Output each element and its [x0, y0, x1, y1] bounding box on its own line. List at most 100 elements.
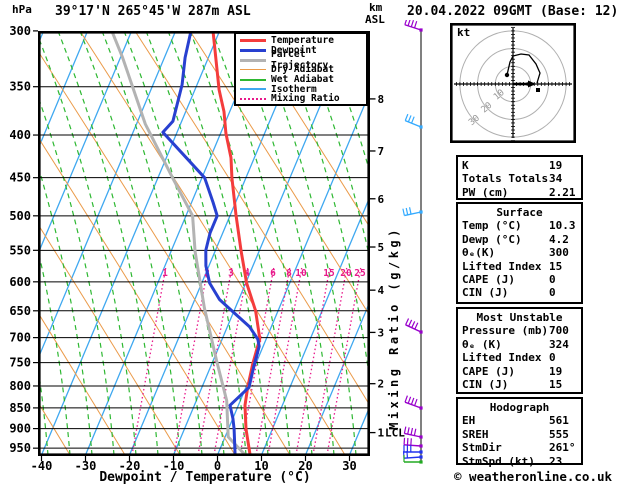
pressure-tick-label: 500 [9, 209, 31, 223]
row-value: 700 [549, 324, 569, 338]
row-label: θₑ(K) [462, 246, 496, 260]
km-tick-label: 8 [378, 93, 385, 106]
skewt-plot: 1 2 3 4 6 8 10 15 20 2530035040045050055060065070… [0, 24, 405, 473]
table-row: SREH 555 [458, 428, 581, 441]
table-row: Temp (°C) 10.3 [458, 219, 581, 232]
mixing-ratio-label: 8 [286, 268, 292, 279]
storm-motion-arrowhead [528, 80, 536, 88]
pressure-axis-unit: hPa [12, 3, 32, 16]
row-label: Pressure (mb) [462, 324, 549, 338]
wet-adiabat-line [0, 31, 4, 455]
row-value: 19 [549, 159, 563, 172]
wind-barb [404, 20, 423, 32]
pressure-tick-label: 750 [9, 356, 31, 370]
row-value: 2.21 [549, 185, 576, 199]
row-value: 561 [549, 414, 569, 428]
mixing-ratio-axis-label: Mixing Ratio (g/kg) [387, 226, 401, 430]
table-row: CIN (J) 0 [458, 286, 581, 299]
row-value: 300 [549, 246, 569, 260]
legend-entry-mixing-ratio: Mixing Ratio [236, 93, 366, 105]
x-axis-label: Dewpoint / Temperature (°C) [99, 470, 311, 485]
row-value: 23 [549, 454, 563, 468]
km-tick-label: 1 [378, 427, 385, 440]
legend-swatch [240, 88, 266, 91]
row-label: Lifted Index [462, 259, 542, 273]
wind-barb-column [402, 20, 423, 464]
table-row: Lifted Index 15 [458, 260, 581, 273]
wind-barb [405, 318, 423, 334]
station-title: 39°17'N 265°45'W 287m ASL [55, 4, 251, 19]
row-label: PW (cm) [462, 185, 509, 199]
wet-adiabat-line [57, 32, 159, 455]
pressure-tick-label: 700 [9, 331, 31, 345]
table-row: Totals Totals 34 [458, 172, 581, 185]
row-label: StmDir [462, 441, 502, 455]
wind-barb [404, 395, 423, 410]
row-value: 0 [549, 286, 556, 300]
table-hodograph: Hodograph EH 561 SREH 555 StmDir 261° StmSpd (k… [456, 397, 583, 468]
km-tick-label: 2 [378, 378, 385, 391]
row-label: Temp (°C) [462, 219, 522, 233]
row-value: 15 [549, 377, 563, 391]
table-row: Lifted Index 0 [458, 351, 581, 364]
table-row: θₑ(K) 300 [458, 246, 581, 259]
table-row: CAPE (J) 19 [458, 365, 581, 378]
row-value: 15 [549, 259, 563, 273]
legend-swatch [240, 58, 266, 62]
row-value: 324 [549, 337, 569, 351]
pressure-tick-label: 300 [9, 24, 31, 38]
table-title: Hodograph [489, 401, 550, 414]
row-label: CAPE (J) [462, 364, 515, 378]
isotherm-line [41, 32, 220, 455]
hodograph-unit-label: kt [457, 26, 471, 39]
hodograph-ring-label: 10 [492, 88, 507, 103]
hodograph-trace [506, 53, 541, 84]
mixing-ratio-line [131, 267, 167, 455]
row-label: CIN (J) [462, 286, 509, 300]
row-value: 555 [549, 427, 569, 441]
wind-barb [402, 207, 423, 217]
hodograph-panel: 102030 [450, 23, 576, 143]
row-label: CAPE (J) [462, 272, 515, 286]
row-value: 0 [549, 351, 556, 365]
row-value: 10.3 [549, 219, 576, 233]
legend-swatch [240, 78, 266, 81]
table-row: EH 561 [458, 414, 581, 427]
pressure-tick-label: 900 [9, 422, 31, 436]
km-tick-label: 5 [378, 241, 385, 254]
km-tick-label: 4 [378, 284, 385, 297]
pressure-tick-label: 800 [9, 379, 31, 393]
legend-swatch [240, 49, 266, 53]
row-value: 34 [549, 172, 563, 186]
mixing-ratio-label: 25 [354, 268, 366, 279]
hodograph-square-marker [536, 88, 540, 92]
table-row: K 19 [458, 159, 581, 172]
row-label: SREH [462, 427, 489, 441]
mixing-ratio-line [312, 267, 348, 455]
table-title: Most Unstable [476, 311, 563, 324]
row-label: Lifted Index [462, 351, 542, 365]
skewt-sounding-page: 1 2 3 4 6 8 10 15 20 25 300 350 400 450 500 550 600 650 70… [0, 0, 629, 486]
mixing-ratio-line [326, 267, 362, 455]
pressure-tick-label: 950 [9, 441, 31, 455]
row-label: Totals Totals [462, 172, 549, 186]
pressure-tick-label: 350 [9, 80, 31, 94]
row-label: StmSpd (kt) [462, 454, 535, 468]
row-label: EH [462, 414, 476, 428]
table-indices: K 19 Totals Totals 34 PW (cm) 2.21 [456, 155, 583, 200]
table-row: Dewp (°C) 4.2 [458, 233, 581, 246]
copyright: © weatheronline.co.uk [454, 469, 613, 484]
pressure-tick-label: 650 [9, 304, 31, 318]
pressure-tick-label: 400 [9, 128, 31, 142]
row-value: 0 [549, 272, 556, 286]
pressure-tick-label: 450 [9, 171, 31, 185]
table-row: CAPE (J) 0 [458, 273, 581, 286]
legend: Temperature Dewpoint Parcel Trajectory Dry … [234, 32, 368, 106]
mixing-ratio-label: 3 [228, 268, 234, 279]
row-label: Dewp (°C) [462, 232, 522, 246]
legend-label: Mixing Ratio [271, 93, 340, 105]
mixing-ratio-label: 6 [270, 268, 276, 279]
km-tick-label: 6 [378, 193, 385, 206]
row-label: θₑ (K) [462, 337, 502, 351]
altitude-axis-unit-asl: ASL [365, 13, 385, 26]
